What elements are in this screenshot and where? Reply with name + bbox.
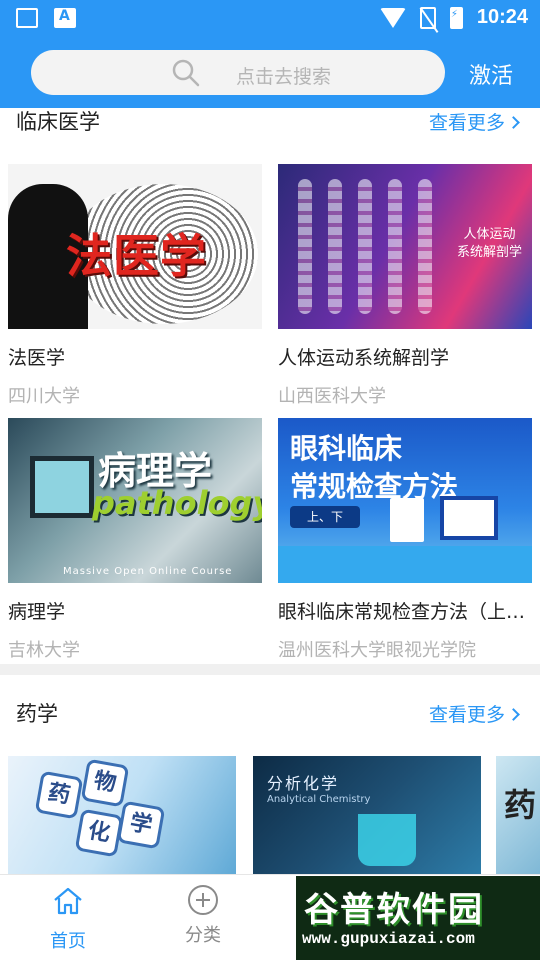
cover-hex-char: 物: [80, 758, 130, 808]
cover-subtitle: pathology: [92, 484, 262, 522]
app-notification-icon: [54, 8, 76, 28]
skeleton-graphic: [388, 179, 402, 314]
view-more-link[interactable]: 查看更多: [429, 700, 520, 727]
cover-title: 人体运动 系统解剖学: [456, 227, 522, 260]
activate-button[interactable]: 激活: [469, 58, 513, 90]
cover-title-line: 眼科临床: [290, 432, 403, 465]
section-title: 临床医学: [16, 110, 100, 134]
course-card[interactable]: 法医学 法医学 四川大学: [8, 164, 262, 408]
status-bar: 10:24: [0, 0, 540, 36]
cover-hex-char: 学: [116, 800, 166, 850]
tab-home[interactable]: 首页: [28, 885, 108, 953]
cover-caption: Massive Open Online Course: [63, 566, 233, 577]
section-header-clinical: 临床医学 查看更多: [0, 108, 540, 148]
cover-title-line: 常规检查方法: [290, 470, 459, 503]
course-school: 山西医科大学: [278, 386, 386, 407]
tab-label: 首页: [50, 931, 86, 952]
course-title: 病理学: [8, 601, 66, 623]
no-sim-icon: [419, 6, 436, 29]
search-bar[interactable]: 点击去搜索: [31, 50, 445, 95]
search-icon: [172, 59, 200, 87]
cover-title: 分析化学: [267, 774, 340, 793]
cover-title: 药: [504, 786, 537, 824]
course-card[interactable]: 药: [496, 756, 540, 874]
course-school: 吉林大学: [8, 640, 80, 661]
view-more-label: 查看更多: [429, 112, 506, 134]
course-cover-image: 人体运动 系统解剖学: [278, 164, 532, 329]
section-title: 药学: [16, 702, 58, 726]
monitor-graphic: [440, 496, 498, 540]
course-title: 人体运动系统解剖学: [278, 347, 450, 369]
watermark-text: 谷普软件园: [304, 890, 484, 930]
section-divider: [0, 664, 540, 675]
wifi-icon: [379, 7, 406, 28]
view-more-link[interactable]: 查看更多: [429, 108, 520, 135]
view-more-label: 查看更多: [429, 704, 506, 726]
course-cover-image: 病理学 pathology Massive Open Online Course: [8, 418, 262, 583]
course-card[interactable]: 眼科临床 常规检查方法 上、下 眼科临床常规检查方法（上、下） 温州医科大学眼视…: [278, 418, 532, 662]
course-cover-image: 眼科临床 常规检查方法 上、下: [278, 418, 532, 583]
watermark-url: www.gupuxiazai.com: [302, 930, 475, 948]
home-icon: [54, 887, 82, 915]
cover-hex-char: 药: [34, 770, 84, 820]
course-cover-image: 法医学: [8, 164, 262, 329]
skeleton-graphic: [418, 179, 432, 314]
chevron-right-icon: [507, 708, 520, 721]
app-header: 点击去搜索 激活: [0, 36, 540, 108]
gallery-notification-icon: [16, 8, 38, 28]
skeleton-graphic: [298, 179, 312, 314]
skeleton-graphic: [328, 179, 342, 314]
chevron-right-icon: [507, 116, 520, 129]
cover-hex-char: 化: [74, 808, 124, 858]
tab-category[interactable]: 分类: [163, 885, 243, 947]
cover-subtitle: Analytical Chemistry: [267, 794, 371, 805]
cover-title: 眼科临床 常规检查方法: [290, 430, 458, 506]
home-feed[interactable]: 临床医学 查看更多 法医学 法医学 四川大学 人体运动 系统解剖学 人体运动系统…: [0, 108, 540, 874]
course-title: 法医学: [8, 347, 66, 369]
section-header-pharmacy: 药学 查看更多: [0, 698, 540, 738]
course-card[interactable]: 药 物 化 学: [8, 756, 236, 874]
cover-title: 法医学: [66, 229, 207, 283]
course-card[interactable]: 分析化学 Analytical Chemistry: [253, 756, 481, 874]
clock: 10:24: [476, 6, 528, 28]
flask-graphic: [358, 814, 416, 866]
course-school: 四川大学: [8, 386, 80, 407]
cover-tag: 上、下: [290, 506, 360, 528]
add-circle-icon: [188, 885, 218, 915]
eye-chart-graphic: [390, 498, 424, 542]
watermark-logo: 谷普软件园 www.gupuxiazai.com: [296, 876, 540, 960]
course-title: 眼科临床常规检查方法（上、下）: [278, 601, 532, 623]
monitor-graphic: [30, 456, 94, 518]
floor-graphic: [278, 546, 532, 583]
search-placeholder: 点击去搜索: [236, 66, 332, 88]
course-card[interactable]: 人体运动 系统解剖学 人体运动系统解剖学 山西医科大学: [278, 164, 532, 408]
course-card[interactable]: 病理学 pathology Massive Open Online Course…: [8, 418, 262, 662]
course-school: 温州医科大学眼视光学院: [278, 640, 476, 661]
battery-charging-icon: [449, 6, 463, 29]
tab-label: 分类: [185, 925, 221, 946]
skeleton-graphic: [358, 179, 372, 314]
